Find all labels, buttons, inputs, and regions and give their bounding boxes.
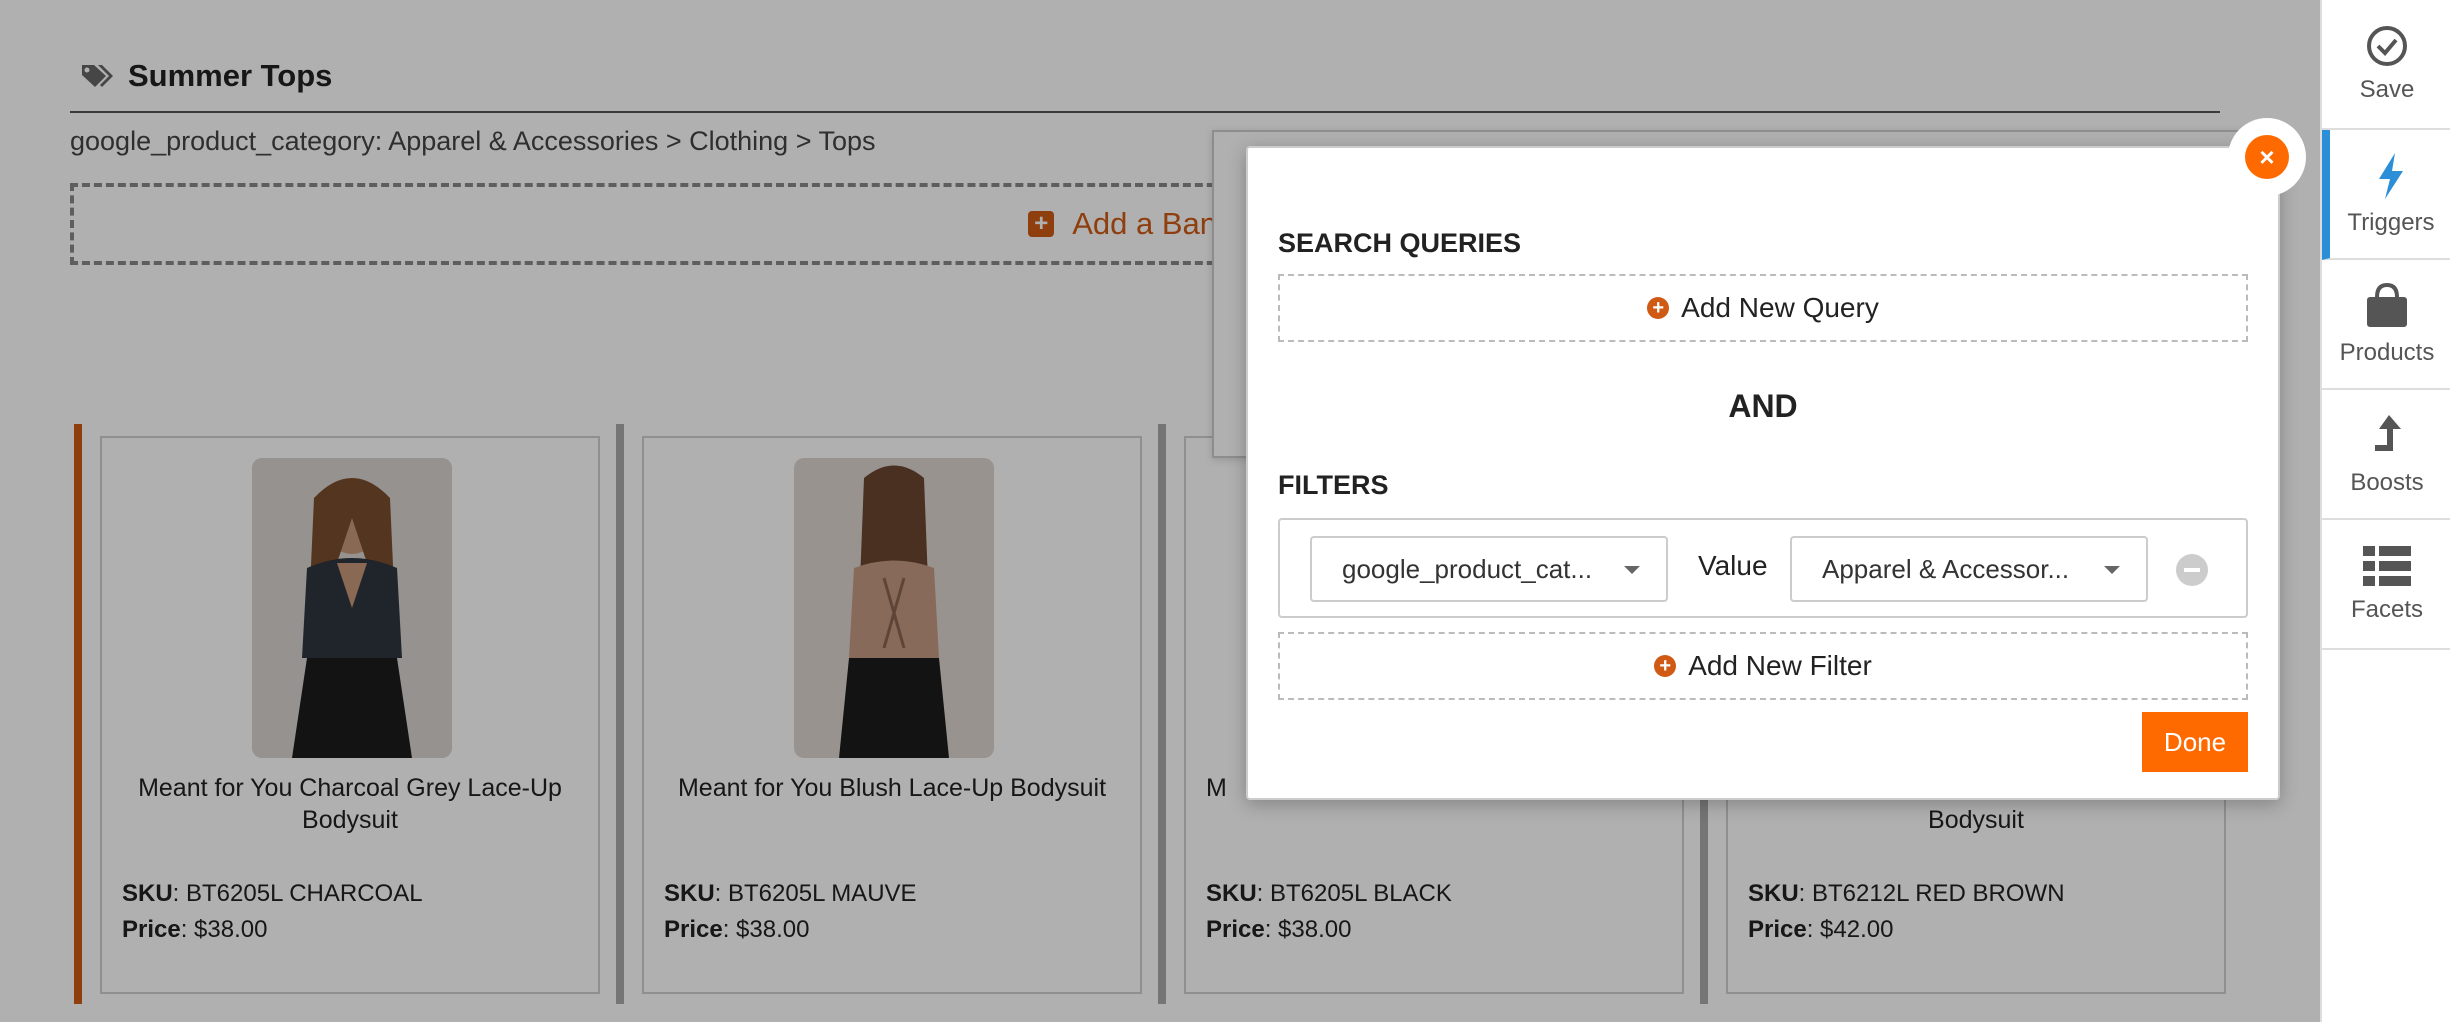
- close-icon[interactable]: ×: [2245, 135, 2289, 179]
- done-button-highlight: Done: [2136, 705, 2254, 779]
- sidebar-item-label: Triggers: [2347, 209, 2435, 236]
- list-icon: [2363, 546, 2411, 586]
- sidebar-item-triggers[interactable]: Triggers: [2322, 130, 2450, 260]
- add-filter-label: Add New Filter: [1688, 650, 1872, 681]
- add-query-label: Add New Query: [1681, 292, 1879, 323]
- filter-field-value: google_product_cat...: [1342, 553, 1593, 584]
- arrow-up-icon: [2375, 415, 2401, 451]
- sidebar-item-label: Facets: [2350, 596, 2424, 623]
- plus-circle-icon: +: [1654, 655, 1677, 677]
- filter-value-select[interactable]: Apparel & Accessor...: [1790, 536, 2148, 602]
- filter-row: google_product_cat... Value Apparel & Ac…: [1278, 518, 2248, 618]
- filters-title: FILTERS: [1278, 470, 1389, 500]
- chevron-down-icon: [2104, 566, 2120, 574]
- shopping-bag-icon: [2367, 282, 2407, 327]
- sidebar-item-label: Boosts: [2350, 469, 2424, 496]
- sidebar-item-products[interactable]: Products: [2322, 260, 2450, 390]
- filter-field-select[interactable]: google_product_cat...: [1310, 536, 1668, 602]
- right-sidebar: Save Triggers Products Boosts Facets: [2320, 0, 2450, 1022]
- chevron-down-icon: [1624, 566, 1640, 574]
- trigger-modal: SEARCH QUERIES + Add New Query AND FILTE…: [1246, 146, 2280, 800]
- search-queries-title: SEARCH QUERIES: [1278, 228, 1522, 258]
- sidebar-item-facets[interactable]: Facets: [2322, 520, 2450, 650]
- sidebar-item-label: Save: [2359, 76, 2415, 103]
- sidebar-item-save[interactable]: Save: [2322, 0, 2450, 130]
- remove-filter-icon[interactable]: [2176, 554, 2208, 586]
- done-button[interactable]: Done: [2142, 712, 2248, 772]
- sidebar-item-label: Products: [2339, 339, 2435, 366]
- plus-circle-icon: +: [1647, 297, 1670, 319]
- lightning-icon: [2379, 153, 2403, 199]
- and-separator: AND: [1728, 388, 1798, 424]
- filter-value-text: Apparel & Accessor...: [1822, 553, 2070, 584]
- sidebar-item-boosts[interactable]: Boosts: [2322, 390, 2450, 520]
- filter-value-label: Value: [1698, 550, 1768, 581]
- add-filter-button[interactable]: + Add New Filter: [1278, 632, 2248, 700]
- close-button-highlight: ×: [2228, 118, 2306, 196]
- check-circle-icon: [2367, 26, 2407, 66]
- add-query-button[interactable]: + Add New Query: [1278, 274, 2248, 342]
